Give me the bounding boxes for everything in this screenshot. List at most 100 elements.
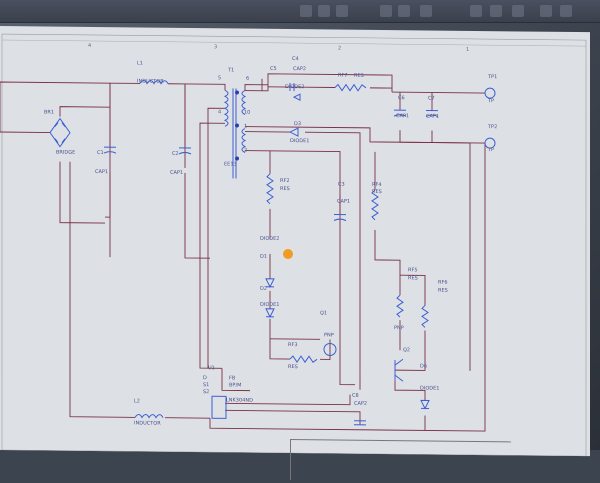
transformer-primary: [225, 90, 228, 126]
comp-ref: RF6: [438, 281, 448, 286]
comp-ref: RF7: [338, 74, 348, 79]
comp-value: EE13: [224, 162, 237, 167]
pin-label: 5: [218, 76, 221, 81]
wire: [400, 130, 470, 371]
comp-ref: C6: [398, 96, 405, 101]
wire: [0, 132, 50, 133]
wire: [245, 151, 340, 350]
comp-value: RES: [288, 365, 298, 370]
res-rf7: [335, 85, 366, 91]
ruler-marker: 3: [214, 44, 217, 50]
comp-ref: D6: [420, 364, 427, 369]
comp-ref: C1: [97, 151, 104, 156]
comp-ref: Q1: [320, 311, 327, 316]
comp-value: TP: [488, 148, 494, 153]
toolbar-icon[interactable]: [398, 5, 410, 17]
bridge-diodes: [55, 123, 65, 143]
comp-value: RES: [408, 276, 418, 281]
comp-value: RES: [438, 289, 448, 294]
comp-ref: Q2: [403, 348, 410, 353]
comp-value: PNP: [394, 326, 404, 331]
comp-value: RES: [280, 187, 290, 192]
comp-value: BRIDGE: [56, 151, 75, 156]
toolbar-icon[interactable]: [420, 5, 432, 17]
pin-label: 6: [246, 77, 249, 82]
testpoint-tp1: [485, 88, 495, 98]
comp-value: DIODE1: [420, 386, 439, 391]
wire: [200, 123, 225, 368]
comp-ref: C8: [352, 394, 359, 399]
ruler-marker: 1: [466, 47, 469, 53]
schematic-canvas[interactable]: [0, 26, 590, 456]
wire: [340, 350, 355, 385]
comp-value: RES: [354, 74, 364, 79]
pin-label: 10: [244, 111, 250, 116]
comp-ref: C4: [292, 57, 299, 62]
diode-d3: [290, 128, 298, 136]
pin-label: S1: [203, 383, 209, 388]
wire: [270, 339, 320, 340]
inductor-l2: [135, 414, 163, 417]
res-rf3: [290, 356, 317, 362]
comp-value: CAP1: [170, 171, 183, 176]
comp-ref: RF3: [288, 343, 298, 348]
toolbar: [0, 0, 600, 23]
comp-ref: T1: [228, 68, 234, 73]
pin-label: BP/M: [229, 383, 241, 388]
toolbar-icon[interactable]: [336, 5, 348, 17]
comp-value: TP: [488, 99, 494, 104]
res-rf2: [267, 174, 273, 204]
comp-value: CAP1: [426, 114, 439, 119]
comp-value: INDUCTOR: [137, 79, 164, 84]
toolbar-icon[interactable]: [470, 5, 482, 17]
toolbar-icon[interactable]: [300, 5, 312, 17]
diode-d2: [266, 309, 274, 317]
ruler-marker: 2: [338, 46, 341, 52]
diode2: [294, 94, 300, 100]
pin-label: 1: [244, 125, 247, 130]
comp-value: CAP2: [293, 67, 306, 72]
comp-value: LNK304ND: [226, 398, 253, 403]
ic-u1: [212, 396, 226, 418]
wires: [0, 71, 485, 431]
toolbar-icon[interactable]: [318, 5, 330, 17]
wire: [245, 74, 392, 93]
comp-ref: D3: [294, 122, 301, 127]
pin-label: D: [203, 376, 207, 381]
comp-ref: D1: [260, 255, 267, 260]
comp-ref: RF4: [372, 183, 382, 188]
res-rf5: [397, 295, 403, 317]
comp-ref: L1: [137, 61, 143, 66]
wire: [320, 339, 330, 359]
wire: [245, 127, 485, 144]
pin-label: 4: [218, 110, 221, 115]
title-block: [290, 439, 511, 482]
watermark-logo: [283, 249, 293, 259]
comp-value: DIODE1: [290, 139, 309, 144]
comp-ref: RF5: [408, 268, 418, 273]
wire: [70, 162, 135, 418]
res-rf6: [422, 305, 428, 327]
comp-ref: BR1: [44, 110, 54, 115]
comp-value: CAP1: [337, 200, 350, 205]
schematic-sheet[interactable]: 4 3 2 1 L1 INDUCTOR BR1 BRIDGE C1 CAP1 C…: [0, 26, 590, 456]
wire: [185, 84, 225, 90]
toolbar-icon[interactable]: [490, 5, 502, 17]
wire: [245, 85, 268, 91]
toolbar-icon[interactable]: [512, 5, 524, 17]
wire: [392, 92, 485, 93]
comp-value: CAP2: [354, 402, 367, 407]
ruler-marker: 4: [88, 43, 91, 49]
comp-ref: TP2: [488, 125, 497, 130]
comp-value: DIODE1: [260, 303, 279, 308]
toolbar-icon[interactable]: [560, 5, 572, 17]
comp-ref: U1: [208, 366, 215, 371]
comp-value: INDUCTOR: [134, 421, 161, 426]
toolbar-icon[interactable]: [540, 5, 552, 17]
comp-value: CAP1: [95, 170, 108, 175]
comp-ref: C2: [172, 152, 179, 157]
diode-d6: [421, 400, 429, 408]
comp-ref: TP1: [488, 75, 497, 80]
toolbar-icon[interactable]: [380, 5, 392, 17]
wire: [225, 410, 360, 424]
